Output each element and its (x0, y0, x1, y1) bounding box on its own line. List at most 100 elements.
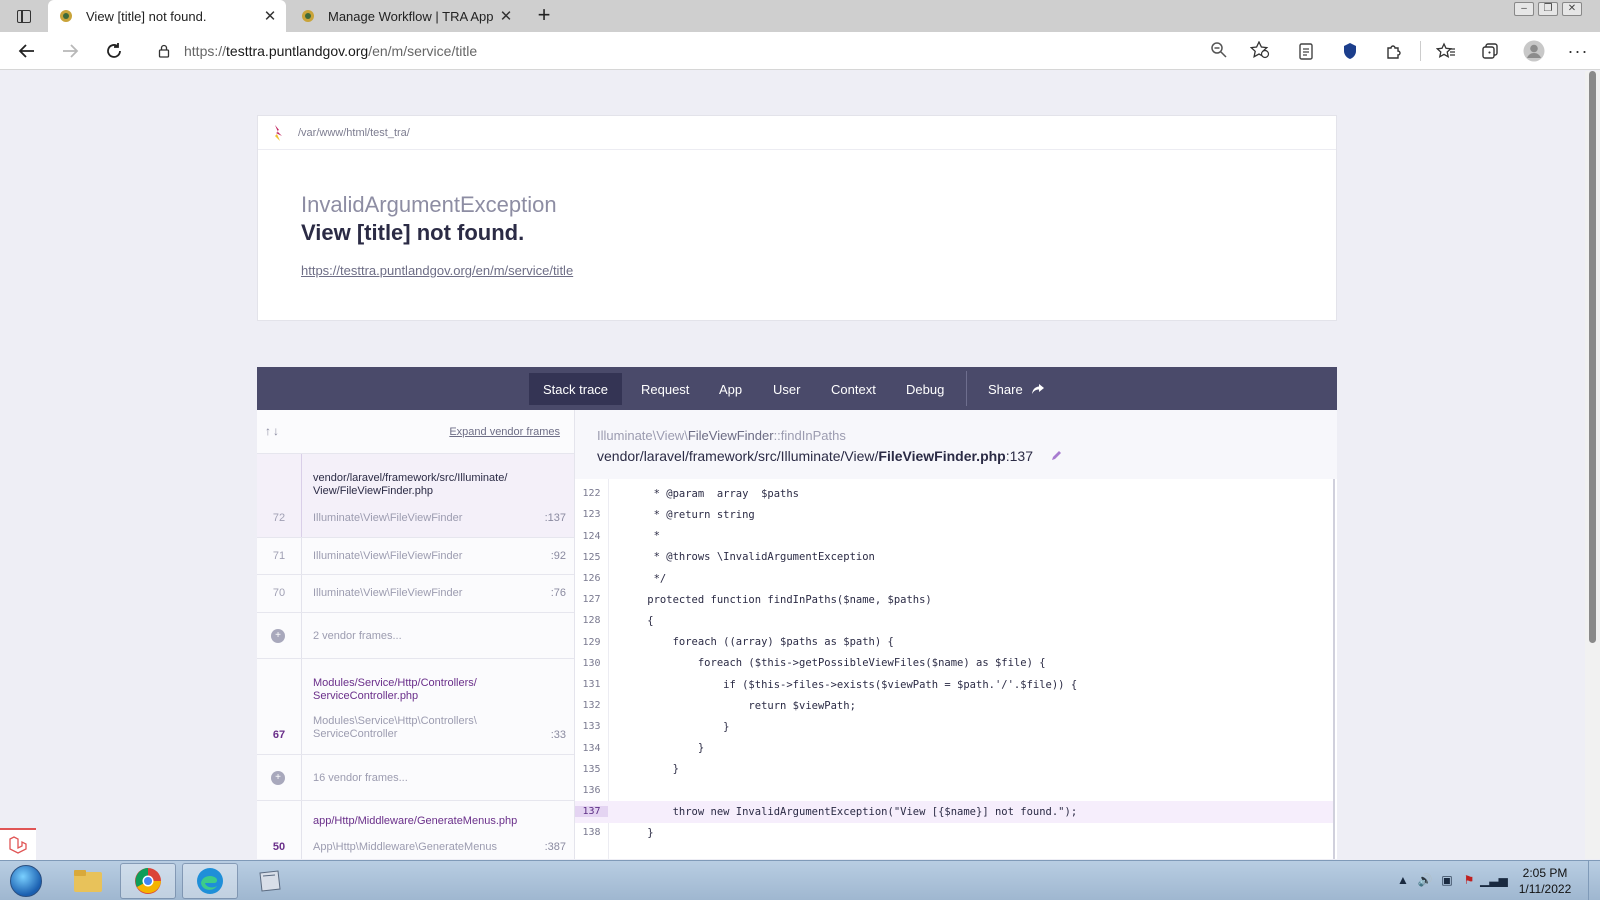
frame-file-path: app/Http/Middleware/GenerateMenus.php (313, 815, 518, 827)
collections-icon[interactable] (1468, 39, 1512, 63)
network-adapter-icon[interactable]: ▣ (1436, 873, 1458, 889)
request-url-link[interactable]: https://testtra.puntlandgov.org/en/m/ser… (301, 263, 573, 278)
edge-taskbar-button[interactable] (182, 863, 238, 899)
code-line-number: 127 (582, 594, 601, 606)
stack-frame[interactable]: vendor/laravel/framework/src/Illuminate/… (257, 454, 574, 538)
code-line: 138 } (575, 822, 1333, 844)
frame-line: :92 (550, 550, 566, 562)
frame-number: 72 (272, 512, 286, 524)
code-line-number: 137 (575, 806, 608, 818)
app-taskbar-button[interactable] (242, 863, 298, 899)
clock-date: 1/11/2022 (1518, 882, 1572, 896)
minimize-button[interactable]: – (1514, 2, 1534, 16)
add-favorite-icon[interactable] (1250, 41, 1270, 59)
expand-vendor-frames-button[interactable]: Expand vendor frames (449, 426, 560, 438)
code-line: 135 } (575, 759, 1333, 781)
close-tab-icon[interactable]: ✕ (260, 6, 280, 26)
volume-icon[interactable]: 🔊 (1414, 873, 1436, 889)
code-line-text: } (622, 763, 679, 776)
profile-avatar-icon[interactable] (1512, 39, 1556, 63)
tab-user[interactable]: User (759, 373, 814, 405)
toolbar-extensions: ··· (1284, 39, 1600, 63)
show-desktop-button[interactable] (1588, 861, 1600, 900)
frame-line: :387 (544, 841, 566, 853)
code-line-number: 131 (582, 679, 601, 691)
file-explorer-taskbar-button[interactable] (60, 863, 116, 899)
close-tab-icon[interactable]: ✕ (496, 6, 516, 26)
method-name: ::findInPaths (773, 428, 846, 443)
tab-request[interactable]: Request (627, 373, 703, 405)
code-line-text: throw new InvalidArgumentException("View… (622, 805, 1078, 818)
site-favicon-icon (58, 8, 74, 24)
edit-pencil-icon[interactable] (1050, 448, 1064, 462)
url-host: testtra.puntlandgov.org (226, 43, 369, 59)
zoom-icon[interactable] (1210, 41, 1228, 59)
address-bar[interactable]: https://testtra.puntlandgov.org/en/m/ser… (144, 36, 1260, 66)
back-button[interactable] (14, 39, 40, 63)
stack-frame[interactable]: Modules/Service/Http/Controllers/Service… (257, 659, 574, 755)
code-line: 130 foreach ($this->getPossibleViewFiles… (575, 653, 1333, 675)
code-line-text: foreach ($this->getPossibleViewFiles($na… (622, 657, 1046, 670)
action-center-alert-icon[interactable]: ⚑ (1458, 873, 1480, 889)
tab-stack-trace[interactable]: Stack trace (529, 373, 623, 405)
code-line-number: 136 (582, 785, 601, 797)
new-tab-button[interactable]: + (532, 4, 556, 28)
signal-strength-icon[interactable]: ▁▃▅ (1480, 873, 1508, 889)
file-dir: vendor/laravel/framework/src/Illuminate/… (597, 448, 879, 464)
start-button[interactable] (6, 863, 46, 899)
code-line-number: 128 (582, 615, 601, 627)
clipboard-extension-icon[interactable] (1284, 39, 1328, 63)
clock-time: 2:05 PM (1522, 866, 1568, 880)
stack-frames-header: ↑↓ Expand vendor frames (257, 410, 574, 454)
lock-icon[interactable] (156, 43, 172, 59)
code-line-text: } (622, 742, 705, 755)
code-line: 134 } (575, 737, 1333, 759)
scrollbar-thumb[interactable] (1589, 71, 1596, 643)
code-line: 126 */ (575, 568, 1333, 590)
tab-title: Manage Workflow | TRA App (328, 8, 494, 24)
system-clock[interactable]: 2:05 PM 1/11/2022 (1502, 865, 1588, 897)
frame-gutter (301, 538, 302, 574)
page-scrollbar[interactable] (1585, 71, 1600, 859)
frame-file-dir: Modules/Service/Http/Controllers/ (313, 677, 477, 689)
chrome-taskbar-button[interactable] (120, 863, 176, 899)
favorites-icon[interactable] (1424, 39, 1468, 63)
tab-app[interactable]: App (705, 373, 756, 405)
tab-context[interactable]: Context (817, 373, 890, 405)
chrome-icon (135, 868, 161, 894)
code-line: 129 foreach ((array) $paths as $path) { (575, 631, 1333, 653)
vendor-frames-toggle[interactable]: + 2 vendor frames... (257, 613, 574, 659)
project-path: /var/www/html/test_tra/ (298, 126, 410, 139)
settings-more-icon[interactable]: ··· (1556, 39, 1600, 63)
code-line: 123 * @return string (575, 504, 1333, 526)
tab-debug[interactable]: Debug (892, 373, 958, 405)
stack-frame[interactable]: 71 Illuminate\View\FileViewFinder :92 (257, 538, 574, 575)
code-line-number: 130 (582, 657, 601, 669)
close-window-button[interactable]: ✕ (1562, 2, 1582, 16)
frame-file: vendor/laravel/framework/src/Illuminate/… (597, 448, 1033, 464)
tab-title: View [title] not found. (86, 8, 207, 24)
debugbar-toggle[interactable] (0, 828, 36, 860)
stack-frame[interactable]: 70 Illuminate\View\FileViewFinder :76 (257, 575, 574, 613)
windows-taskbar: ▲ 🔊 ▣ ⚑ ▁▃▅ 2:05 PM 1/11/2022 (0, 860, 1600, 900)
password-manager-icon[interactable] (1328, 39, 1372, 63)
frame-navigate-arrows-icon[interactable]: ↑↓ (265, 424, 281, 438)
browser-tab-active[interactable]: View [title] not found. ✕ (48, 0, 286, 32)
stack-frame[interactable]: app/Http/Middleware/GenerateMenus.php 50… (257, 801, 574, 859)
address-url[interactable]: https://testtra.puntlandgov.org/en/m/ser… (184, 43, 477, 59)
code-line-number: 125 (582, 551, 601, 563)
method-namespace: Illuminate\View\ (597, 428, 688, 443)
code-snippet: 122 * @param array $paths 123 * @return s… (575, 479, 1335, 859)
vendor-frames-toggle[interactable]: + 16 vendor frames... (257, 755, 574, 801)
share-button[interactable]: Share (974, 373, 1059, 405)
extensions-icon[interactable] (1372, 39, 1416, 63)
laravel-logo-icon (9, 836, 27, 854)
frame-file-dir: vendor/laravel/framework/src/Illuminate/ (313, 472, 508, 484)
restore-button[interactable]: ❐ (1538, 2, 1558, 16)
forward-button[interactable] (57, 39, 83, 63)
reload-button[interactable] (101, 39, 127, 63)
tab-actions-button[interactable] (8, 6, 40, 26)
tray-expand-icon[interactable]: ▲ (1392, 873, 1414, 889)
browser-tab-inactive[interactable]: Manage Workflow | TRA App ✕ (290, 0, 522, 32)
code-line: 122 * @param array $paths (575, 483, 1333, 505)
